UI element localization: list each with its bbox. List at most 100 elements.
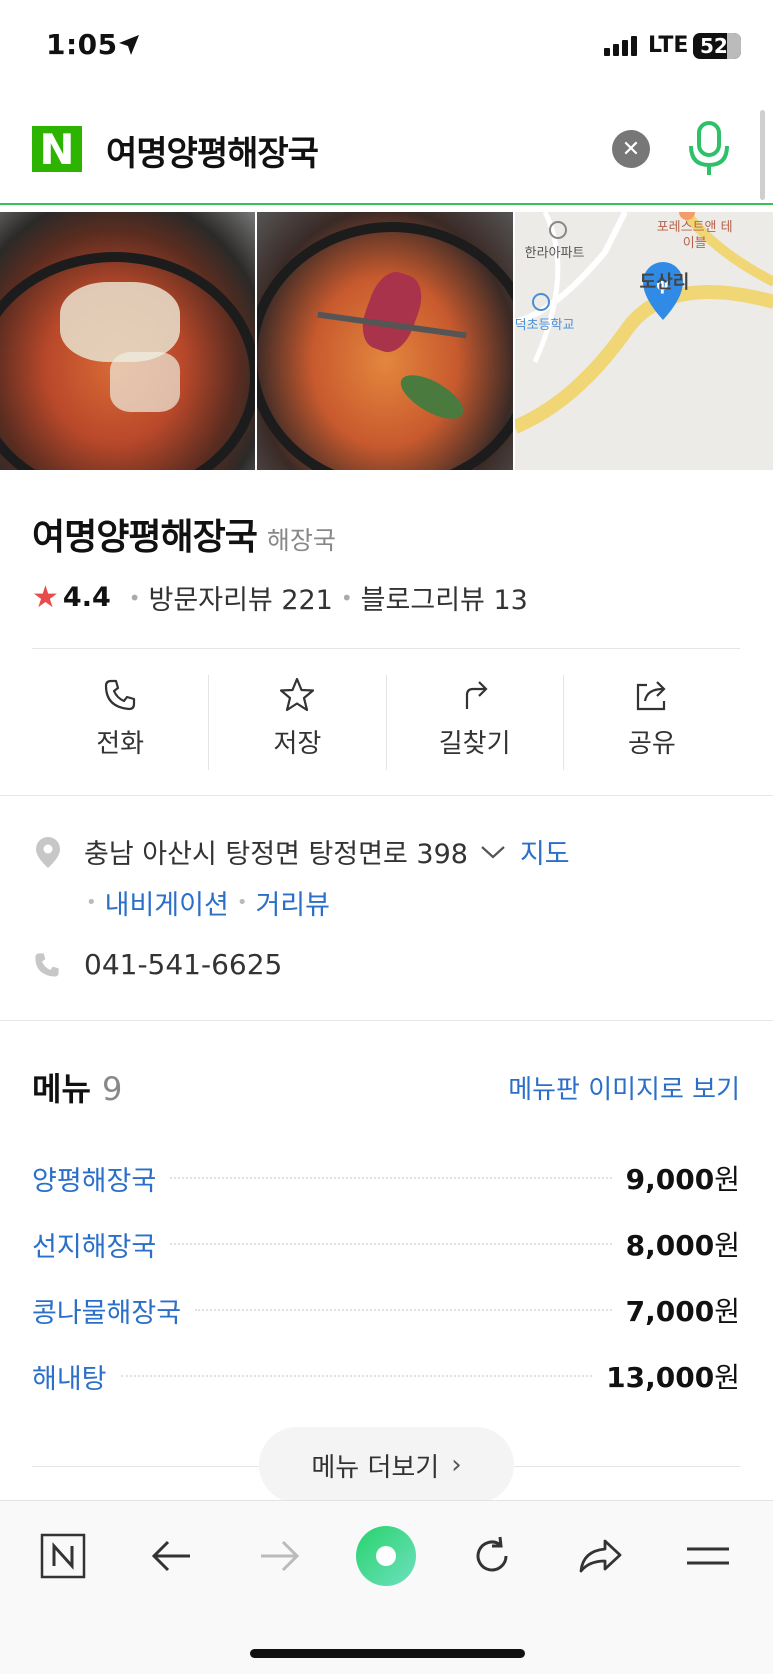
- green-dot-button[interactable]: [353, 1523, 419, 1589]
- action-label: 공유: [627, 729, 676, 759]
- map-thumbnail[interactable]: ψ 포레스트앤 테이블 한라아파트 덕초등학교 도산리: [514, 212, 773, 470]
- separator-dot: •: [86, 892, 97, 913]
- menu-header: 메뉴 9 메뉴판 이미지로 보기: [32, 1064, 740, 1110]
- reload-icon: [476, 1536, 508, 1572]
- scrollbar[interactable]: [760, 110, 765, 200]
- price-unit: 원: [714, 1361, 740, 1394]
- menu-item-price: 9,000원: [626, 1158, 740, 1198]
- place-category: 해장국: [266, 526, 336, 555]
- menu-item-price: 8,000원: [626, 1224, 740, 1264]
- rating-row: ★ 4.4 • 방문자리뷰 221 • 블로그리뷰 13: [32, 578, 528, 617]
- naver-home-button[interactable]: [33, 1526, 93, 1586]
- navigation-link[interactable]: 내비게이션: [105, 883, 229, 922]
- menu-item-name[interactable]: 콩나물해장국: [32, 1291, 181, 1330]
- menu-image-link[interactable]: 메뉴판 이미지로 보기: [508, 1069, 740, 1106]
- phone-row[interactable]: 041-541-6625: [32, 948, 282, 981]
- price-unit: 원: [714, 1229, 740, 1262]
- phone-icon: [105, 679, 136, 711]
- menu-more-button[interactable]: 메뉴 더보기 ›: [259, 1427, 514, 1503]
- share-icon: [636, 681, 666, 711]
- menu-button[interactable]: [678, 1526, 738, 1586]
- separator-dot: •: [128, 585, 141, 610]
- place-name: 여명양평해장국: [32, 517, 258, 558]
- share-arrow-icon: [579, 1539, 622, 1573]
- status-time: 1:05: [46, 28, 118, 61]
- menu-item-name[interactable]: 선지해장국: [32, 1225, 156, 1264]
- chevron-right-icon: ›: [451, 1450, 462, 1480]
- share-button[interactable]: 공유: [564, 675, 740, 770]
- reload-button[interactable]: [462, 1526, 522, 1586]
- menu-count: 9: [101, 1070, 123, 1108]
- map-link[interactable]: 지도: [520, 832, 570, 871]
- back-button[interactable]: [142, 1526, 202, 1586]
- visitor-reviews-link[interactable]: 방문자리뷰 221: [149, 578, 333, 617]
- hamburger-icon: [687, 1547, 729, 1565]
- menu-item-price: 13,000원: [606, 1356, 740, 1396]
- price-value: 7,000: [625, 1295, 715, 1328]
- menu-item[interactable]: 양평해장국 9,000원: [32, 1145, 740, 1211]
- browser-toolbar: [0, 1500, 773, 1674]
- place-title: 여명양평해장국 해장국: [32, 508, 336, 560]
- menu-more-label: 메뉴 더보기: [311, 1452, 440, 1483]
- menu-item[interactable]: 해내탕 13,000원: [32, 1343, 740, 1409]
- action-label: 길찾기: [438, 729, 511, 759]
- map-label: 한라아파트: [524, 246, 585, 261]
- menu-title: 메뉴: [32, 1070, 91, 1108]
- price-value: 8,000: [625, 1229, 715, 1262]
- haejangguk-photo-2[interactable]: [257, 212, 513, 470]
- forward-button[interactable]: [249, 1526, 309, 1586]
- menu-item-name[interactable]: 양평해장국: [32, 1159, 156, 1198]
- address-text: 충남 아산시 탕정면 탕정면로 398: [84, 839, 468, 870]
- microphone-icon[interactable]: [686, 120, 732, 178]
- phone-icon: [35, 952, 59, 977]
- leader-dots: [120, 1375, 593, 1377]
- price-value: 9,000: [625, 1163, 715, 1196]
- location-arrow-icon: [119, 35, 139, 55]
- naver-n-icon: [40, 1533, 86, 1579]
- search-bar: N 여명양평해장국 ✕: [0, 100, 773, 205]
- phone-number[interactable]: 041-541-6625: [84, 948, 282, 981]
- menu-item-price: 7,000원: [626, 1290, 740, 1330]
- search-input[interactable]: 여명양평해장국: [106, 126, 319, 175]
- separator-dot: •: [236, 892, 248, 913]
- battery-icon: 52: [693, 33, 741, 59]
- share-page-button[interactable]: [570, 1526, 630, 1586]
- network-type: LTE: [648, 33, 689, 58]
- map-label: 포레스트앤 테이블: [656, 220, 733, 251]
- separator-dot: •: [340, 585, 353, 610]
- menu-list: 양평해장국 9,000원 선지해장국 8,000원 콩나물해장국 7,000원 …: [32, 1145, 740, 1409]
- home-indicator[interactable]: [250, 1649, 525, 1658]
- directions-button[interactable]: 길찾기: [387, 675, 564, 770]
- section-divider: [0, 795, 773, 796]
- map-label: 도산리: [639, 272, 690, 293]
- save-button[interactable]: 저장: [209, 675, 387, 770]
- haejangguk-photo-1[interactable]: [0, 212, 256, 470]
- naver-logo[interactable]: N: [32, 125, 82, 174]
- arrow-right-icon: [261, 1540, 300, 1572]
- price-unit: 원: [714, 1163, 740, 1196]
- chevron-down-icon[interactable]: [480, 844, 506, 860]
- rating-score: 4.4: [62, 582, 111, 613]
- arrow-left-icon: [151, 1540, 190, 1572]
- price-unit: 원: [714, 1295, 740, 1328]
- divider: [32, 648, 740, 649]
- location-pin-icon: [36, 836, 60, 868]
- battery-level: 52: [700, 34, 728, 58]
- green-dot-icon: [356, 1526, 416, 1586]
- star-icon: ★: [32, 580, 59, 615]
- menu-item[interactable]: 선지해장국 8,000원: [32, 1211, 740, 1277]
- address-section: 충남 아산시 탕정면 탕정면로 398 지도 • 내비게이션 • 거리뷰: [32, 832, 752, 922]
- photo-strip[interactable]: ψ 포레스트앤 테이블 한라아파트 덕초등학교 도산리: [0, 212, 773, 470]
- status-bar: 1:05 LTE 52: [0, 0, 773, 95]
- menu-item-name[interactable]: 해내탕: [32, 1357, 107, 1396]
- clear-search-button[interactable]: ✕: [612, 130, 650, 168]
- price-value: 13,000: [606, 1361, 715, 1394]
- leader-dots: [170, 1243, 612, 1245]
- menu-item[interactable]: 콩나물해장국 7,000원: [32, 1277, 740, 1343]
- section-divider: [0, 1020, 773, 1021]
- leader-dots: [170, 1177, 612, 1179]
- call-button[interactable]: 전화: [32, 675, 210, 770]
- streetview-link[interactable]: 거리뷰: [255, 883, 330, 922]
- map-label: 덕초등학교: [514, 318, 575, 333]
- blog-reviews-link[interactable]: 블로그리뷰 13: [361, 578, 528, 617]
